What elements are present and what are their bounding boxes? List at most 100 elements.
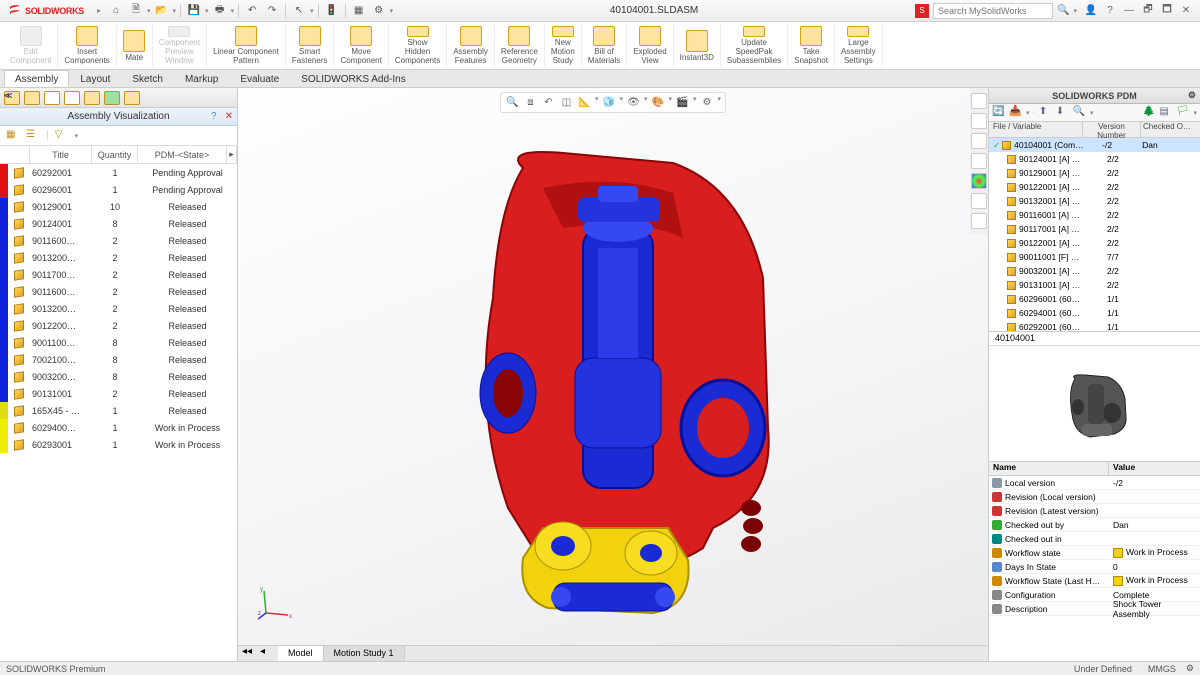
col-menu-icon[interactable]: ▸ — [227, 146, 237, 163]
pdm-col-ver[interactable]: Version Number — [1083, 122, 1141, 137]
ribbon-button[interactable]: Move Component — [334, 24, 388, 67]
tab-sketch[interactable]: Sketch — [121, 70, 174, 87]
tab-model[interactable]: Model — [278, 646, 324, 661]
tab-assembly[interactable]: Assembly — [4, 70, 69, 87]
forum-icon[interactable] — [971, 213, 987, 229]
hide-show-icon[interactable]: 👁 — [626, 95, 641, 110]
tree-icon[interactable]: 🌲 — [1142, 106, 1156, 120]
checkin-icon[interactable]: ⬆ — [1039, 106, 1053, 120]
col-state[interactable]: PDM-<State> — [138, 146, 227, 163]
tab-motion-study[interactable]: Motion Study 1 — [324, 646, 405, 661]
undo-icon[interactable]: ↶ — [243, 3, 261, 19]
av-row[interactable]: 9011700…2Released — [0, 266, 237, 283]
user-icon[interactable]: 👤 — [1083, 4, 1099, 18]
section-icon[interactable]: ◫ — [559, 95, 574, 110]
apply-scene-icon[interactable]: 🎬 — [675, 95, 690, 110]
ribbon-button[interactable]: Assembly Features — [447, 24, 495, 67]
view-orient-icon[interactable]: 📐 — [577, 95, 592, 110]
close-icon[interactable]: ✕ — [1178, 4, 1194, 18]
collapse-icon[interactable]: ≪ — [4, 91, 12, 100]
av-row[interactable]: 9012200…2Released — [0, 317, 237, 334]
av-row[interactable]: 9001100…8Released — [0, 334, 237, 351]
redo-icon[interactable]: ↷ — [263, 3, 281, 19]
av-row[interactable]: 9013200…2Released — [0, 249, 237, 266]
ribbon-button[interactable]: Large Assembly Settings — [835, 24, 883, 67]
flat-nested-icon[interactable]: ▦ — [6, 129, 20, 143]
pdm-tree-row[interactable]: 90117001 [A] …2/2 — [989, 222, 1200, 236]
av-row[interactable]: 602930011Work in Process — [0, 436, 237, 453]
custom-props-icon[interactable] — [971, 193, 987, 209]
tab-layout[interactable]: Layout — [69, 70, 121, 87]
ribbon-button[interactable]: New Motion Study — [545, 24, 582, 67]
prev-view-icon[interactable]: ↶ — [541, 95, 556, 110]
gear-icon[interactable]: ⚙ — [370, 3, 388, 19]
checkout-icon[interactable]: ⬇ — [1056, 106, 1070, 120]
select-icon[interactable]: ↖ — [290, 3, 308, 19]
av-row[interactable]: 602920011Pending Approval — [0, 164, 237, 181]
av-tab-icon[interactable] — [104, 91, 120, 105]
pdm-tree-row[interactable]: 60296001 (60…1/1 — [989, 292, 1200, 306]
props-col-name[interactable]: Name — [989, 462, 1109, 475]
help-icon[interactable]: ? — [211, 111, 217, 122]
display-tab-icon[interactable] — [44, 91, 60, 105]
file-explorer-icon[interactable] — [971, 133, 987, 149]
pdm-col-file[interactable]: File / Variable — [989, 122, 1083, 137]
av-row[interactable]: 9003200…8Released — [0, 368, 237, 385]
pdm-tree-row[interactable]: 90132001 [A] …2/2 — [989, 194, 1200, 208]
col-qty[interactable]: Quantity — [92, 146, 138, 163]
av-row[interactable]: 165X45 - …1Released — [0, 402, 237, 419]
pdm-tree-row[interactable]: 90116001 [A] …2/2 — [989, 208, 1200, 222]
refresh-icon[interactable]: 🔄 — [992, 106, 1006, 120]
av-row[interactable]: 9011600…2Released — [0, 283, 237, 300]
av-row[interactable]: 602960011Pending Approval — [0, 181, 237, 198]
close-panel-icon[interactable]: ✕ — [225, 111, 233, 122]
pdm-tree-row[interactable]: ✓40104001 (Com…-/2Dan — [989, 138, 1200, 152]
view-palette-icon[interactable] — [971, 153, 987, 169]
zoom-area-icon[interactable]: ⧈ — [523, 95, 538, 110]
card-icon[interactable]: ▤ — [1159, 106, 1173, 120]
tab-evaluate[interactable]: Evaluate — [229, 70, 290, 87]
nav-prev-icon[interactable]: ◂ — [260, 646, 265, 657]
search-input[interactable] — [933, 3, 1053, 19]
open-icon[interactable]: 📂 — [153, 3, 171, 19]
pdm-settings-icon[interactable]: ⚙ — [1188, 90, 1196, 101]
config-tab-icon[interactable] — [24, 91, 40, 105]
graphics-viewport[interactable]: 🔍 ⧈ ↶ ◫ 📐▾ 🧊▾ 👁▾ 🎨▾ 🎬▾ ⚙▾ — [238, 88, 988, 661]
tab-solidworks-add-ins[interactable]: SOLIDWORKS Add-Ins — [290, 70, 416, 87]
tab-markup[interactable]: Markup — [174, 70, 229, 87]
print-icon[interactable]: 🖶 — [211, 3, 229, 19]
help-icon[interactable]: ? — [1102, 4, 1118, 18]
status-units[interactable]: MMGS — [1148, 664, 1176, 674]
ribbon-button[interactable]: Update SpeedPak Subassemblies — [721, 24, 788, 67]
zoom-fit-icon[interactable]: 🔍 — [505, 95, 520, 110]
pdm-tree-row[interactable]: 60294001 (60…1/1 — [989, 306, 1200, 320]
new-icon[interactable]: 🗎 — [127, 3, 145, 19]
pdm-tree-row[interactable]: 60292001 (60…1/1 — [989, 320, 1200, 332]
design-library-icon[interactable] — [971, 113, 987, 129]
av-row[interactable]: 7002100…8Released — [0, 351, 237, 368]
extra-tab-icon[interactable] — [124, 91, 140, 105]
restore-icon[interactable]: 🗗 — [1140, 4, 1156, 18]
search-pdm-icon[interactable]: 🔍 — [1073, 106, 1087, 120]
edit-appearance-icon[interactable]: 🎨 — [651, 95, 666, 110]
pdm-tree-row[interactable]: 90032001 [A] …2/2 — [989, 264, 1200, 278]
appearances-icon[interactable] — [971, 173, 987, 189]
rebuild-icon[interactable]: 🚦 — [323, 3, 341, 19]
pdm-tree-row[interactable]: 90122001 [A] …2/2 — [989, 236, 1200, 250]
ribbon-button[interactable]: Reference Geometry — [495, 24, 545, 67]
pdm-tree-row[interactable]: 90131001 [A] …2/2 — [989, 278, 1200, 292]
ribbon-button[interactable]: Instant3D — [674, 24, 721, 67]
av-row[interactable]: 6029400…1Work in Process — [0, 419, 237, 436]
col-title[interactable]: Title — [30, 146, 92, 163]
home-icon[interactable]: ⌂ — [107, 3, 125, 19]
appearance-tab-icon[interactable] — [84, 91, 100, 105]
av-row[interactable]: 9013200…2Released — [0, 300, 237, 317]
minimize-icon[interactable]: — — [1121, 4, 1137, 18]
ribbon-button[interactable]: Smart Fasteners — [286, 24, 335, 67]
pdm-tree-row[interactable]: 90122001 [A] …2/2 — [989, 180, 1200, 194]
props-col-value[interactable]: Value — [1109, 462, 1135, 475]
ribbon-button[interactable]: Exploded View — [627, 24, 673, 67]
av-row[interactable]: 901240018Released — [0, 215, 237, 232]
pdm-col-chk[interactable]: Checked O… — [1141, 122, 1200, 137]
search-icon[interactable]: 🔍 — [1057, 5, 1069, 16]
